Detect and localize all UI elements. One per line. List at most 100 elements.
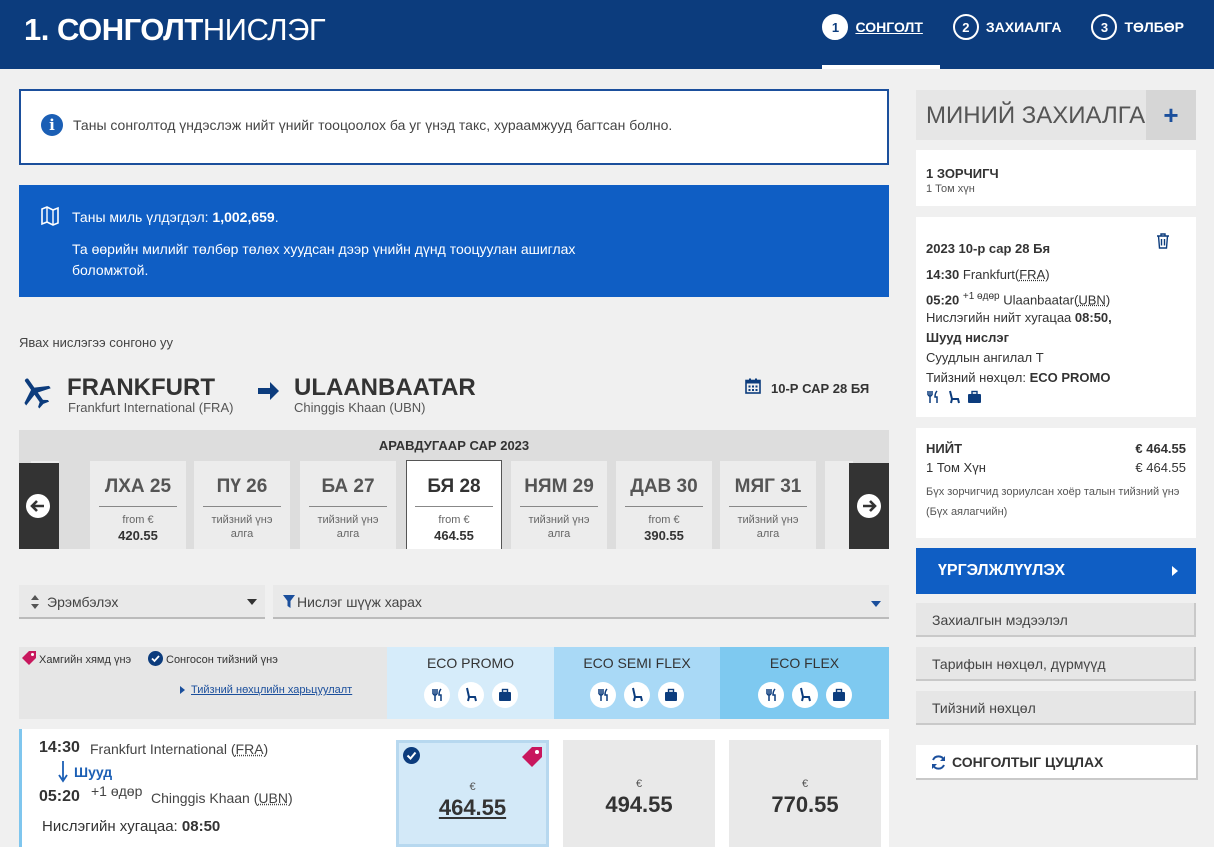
date-price: алга bbox=[230, 528, 254, 540]
fare-rules-button[interactable]: Тарифын нөхцөл, дүрмүүд bbox=[916, 647, 1196, 681]
date-cell-selected[interactable]: БЯ 28 from € 464.55 bbox=[406, 460, 502, 549]
sort-icon bbox=[31, 595, 39, 609]
price-currency: € bbox=[469, 781, 476, 793]
baggage-icon bbox=[825, 682, 852, 708]
airplane-icon bbox=[24, 378, 51, 409]
passenger-type: 1 Том хүн bbox=[926, 183, 975, 195]
continue-label: ҮРГЭЛЖЛҮҮЛЭХ bbox=[938, 562, 1066, 579]
info-icon: i bbox=[41, 114, 63, 136]
departure-place: Frankfurt International (FRA) bbox=[90, 741, 269, 757]
calendar-icon bbox=[745, 378, 761, 394]
date-price-label: тийзний үнэ bbox=[211, 514, 273, 526]
date-price: 420.55 bbox=[118, 528, 158, 543]
price-eco-promo[interactable]: € 464.55 bbox=[396, 740, 549, 847]
adult-amount: € 464.55 bbox=[1135, 460, 1186, 475]
date-day: БЯ 28 bbox=[427, 476, 481, 497]
date-divider bbox=[203, 506, 281, 507]
fare-header-eco-semi-flex: ECO SEMI FLEX bbox=[554, 647, 720, 719]
date-cell[interactable]: МЯГ 31 тийзний үнэ алга bbox=[720, 461, 816, 549]
step-payment[interactable]: 3 ТӨЛБӨР bbox=[1091, 14, 1184, 40]
date-day: БА 27 bbox=[321, 476, 375, 497]
fare-features bbox=[387, 682, 554, 708]
date-cell[interactable]: ДАВ 30 from € 390.55 bbox=[616, 461, 712, 549]
date-price: алга bbox=[336, 528, 360, 540]
baggage-icon bbox=[491, 682, 518, 708]
date-price: 464.55 bbox=[434, 528, 474, 543]
total-note: Бүх зорчигчид зориулсан хоёр талын тийзн… bbox=[926, 486, 1180, 518]
direct-flight-label: Шууд bbox=[74, 764, 113, 780]
expand-booking-button[interactable]: + bbox=[1146, 90, 1196, 140]
booking-info-button[interactable]: Захиалгын мэдээлэл bbox=[916, 603, 1196, 637]
summary-duration: Нислэгийн нийт хугацаа 08:50, Шууд нислэ… bbox=[926, 310, 1112, 345]
fare-features bbox=[554, 682, 720, 708]
date-price: алга bbox=[547, 528, 571, 540]
date-price: алга bbox=[756, 528, 780, 540]
price-eco-flex[interactable]: € 770.55 bbox=[729, 740, 881, 847]
date-cell[interactable]: ПҮ 26 тийзний үнэ алга bbox=[194, 461, 290, 549]
sort-dropdown[interactable]: Эрэмбэлэх bbox=[19, 585, 265, 619]
page-title: 1. СОНГОЛТНИСЛЭГ bbox=[24, 12, 326, 47]
summary-departure: 14:30 Frankfurt(FRA) bbox=[926, 267, 1050, 282]
date-price-label: тийзний үнэ bbox=[528, 514, 590, 526]
fare-rules-label: Тарифын нөхцөл, дүрмүүд bbox=[932, 656, 1106, 672]
date-divider bbox=[309, 506, 387, 507]
departure-time: 14:30 bbox=[39, 739, 80, 756]
sort-label: Эрэмбэлэх bbox=[47, 594, 119, 610]
summary-date: 2023 10-р сар 28 Бя bbox=[926, 241, 1051, 256]
next-dates-button[interactable] bbox=[849, 463, 889, 549]
arrival-place: Chinggis Khaan (UBN) bbox=[151, 790, 293, 806]
continue-button[interactable]: ҮРГЭЛЖЛҮҮЛЭХ bbox=[916, 548, 1196, 594]
trash-icon[interactable] bbox=[1156, 233, 1170, 249]
summary-fare: Тийзний нөхцөл: ECO PROMO bbox=[926, 370, 1111, 385]
date-cell[interactable]: НЯМ 29 тийзний үнэ алга bbox=[511, 461, 607, 549]
date-divider bbox=[99, 506, 177, 507]
date-cell[interactable]: БА 27 тийзний үнэ алга bbox=[300, 461, 396, 549]
flight-summary-box: 2023 10-р сар 28 Бя 14:30 Frankfurt(FRA)… bbox=[916, 217, 1196, 417]
date-divider bbox=[625, 506, 703, 507]
price-amount: 494.55 bbox=[605, 792, 673, 817]
fare-features bbox=[720, 682, 889, 708]
adult-label: 1 Том Хүн bbox=[926, 460, 986, 475]
summary-arrival: 05:20 +1 өдөр Ulaanbaatar(UBN) bbox=[926, 291, 1111, 308]
step-selection[interactable]: 1 СОНГОЛТ bbox=[822, 14, 923, 40]
date-day: ПҮ 26 bbox=[216, 476, 268, 497]
my-booking-header: МИНИЙ ЗАХИАЛГА + bbox=[916, 90, 1196, 140]
active-step-indicator bbox=[822, 65, 940, 69]
price-tag-icon bbox=[522, 747, 542, 767]
date-day: МЯГ 31 bbox=[734, 476, 802, 497]
miles-notice: Таны миль үлдэгдэл: 1,002,659. Та өөрийн… bbox=[19, 185, 889, 297]
arrow-down-icon bbox=[58, 761, 68, 783]
arrow-left-icon bbox=[26, 494, 50, 518]
total-label: НИЙТ bbox=[926, 441, 963, 456]
filter-label: Нислэг шүүж харах bbox=[297, 594, 422, 610]
reset-selection-button[interactable]: СОНГОЛТЫГ ЦУЦЛАХ bbox=[916, 745, 1198, 780]
date-carousel: АРАВДУГААР САР 2023 ЛХА 25 from € 420.55 П… bbox=[19, 430, 889, 549]
destination-airport: Chinggis Khaan (UBN) bbox=[294, 400, 426, 415]
meal-icon bbox=[757, 682, 784, 708]
step-booking[interactable]: 2 ЗАХИАЛГА bbox=[952, 14, 1062, 40]
prev-dates-button[interactable] bbox=[19, 463, 59, 549]
caret-right-icon bbox=[1172, 566, 1178, 576]
info-notice: i Таны сонголтод үндэслэж нийт үнийг тоо… bbox=[19, 89, 889, 165]
date-price-label: from € bbox=[648, 514, 680, 526]
total-amount: € 464.55 bbox=[1135, 441, 1186, 456]
ticket-terms-button[interactable]: Тийзний нөхцөл bbox=[916, 691, 1196, 725]
price-eco-semi-flex[interactable]: € 494.55 bbox=[563, 740, 715, 847]
passenger-count: 1 ЗОРЧИГЧ bbox=[926, 166, 999, 181]
date-cell[interactable]: ЛХА 25 from € 420.55 bbox=[90, 461, 186, 549]
filter-dropdown[interactable]: Нислэг шүүж харах bbox=[273, 585, 889, 619]
info-text: Таны сонголтод үндэслэж нийт үнийг тооцо… bbox=[73, 117, 673, 133]
step-label: ЗАХИАЛГА bbox=[985, 19, 1062, 35]
arrival-time: 05:20 bbox=[39, 788, 80, 805]
date-price-label: from € bbox=[438, 514, 470, 526]
meal-icon bbox=[590, 682, 616, 708]
ticket-terms-label: Тийзний нөхцөл bbox=[932, 700, 1036, 716]
chevron-down-icon bbox=[871, 601, 881, 607]
filter-icon bbox=[283, 595, 295, 608]
reset-selection-label: СОНГОЛТЫГ ЦУЦЛАХ bbox=[952, 754, 1104, 770]
meal-icon bbox=[927, 390, 938, 403]
destination-city: ULAANBAATAR bbox=[294, 374, 476, 401]
fare-compare-link[interactable]: Тийзний нөхцлийн харьцуулалт bbox=[191, 684, 352, 696]
seat-icon bbox=[457, 682, 484, 708]
step-label: ТӨЛБӨР bbox=[1124, 19, 1184, 35]
